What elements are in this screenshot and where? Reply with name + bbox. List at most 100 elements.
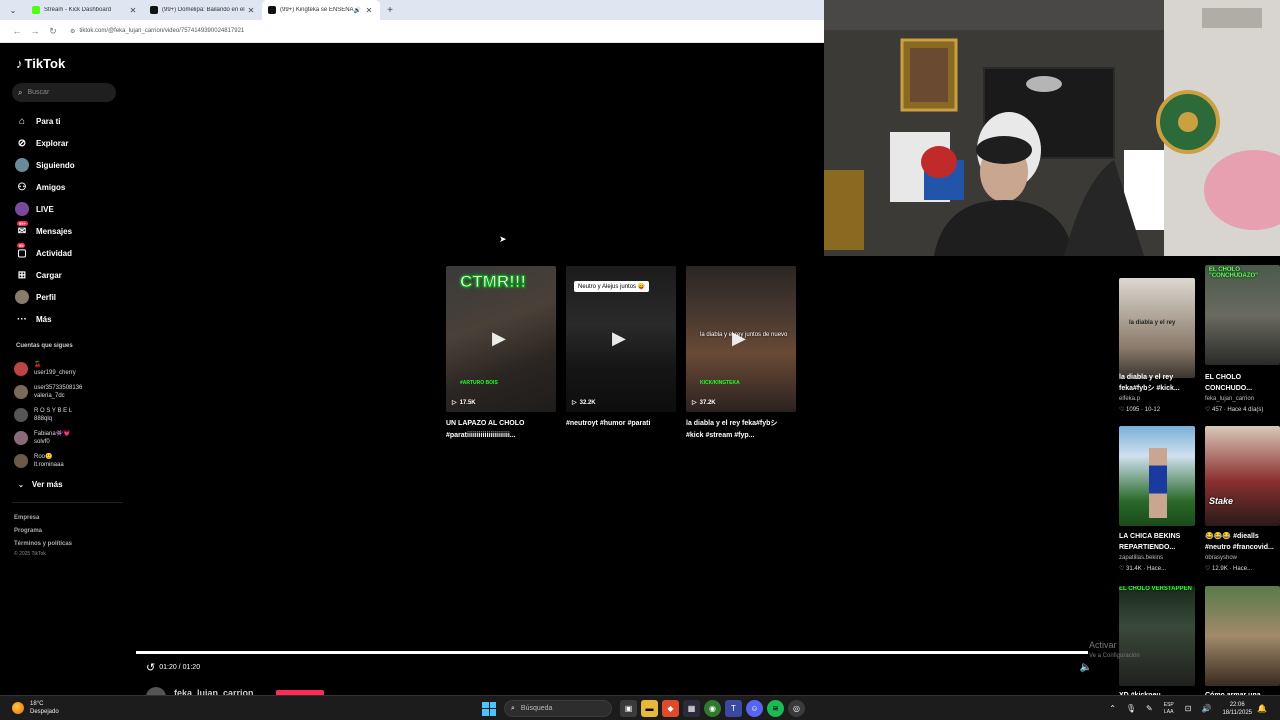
- browser-tab-kick[interactable]: Stream - Kick Dashboard ✕: [26, 0, 144, 20]
- network-icon[interactable]: ⊡: [1185, 704, 1192, 713]
- teams-icon[interactable]: T: [725, 700, 742, 717]
- related-video-2[interactable]: Neutro y Alejus juntos 😛 ▶ ▷ 32.2K: [566, 266, 676, 412]
- tab-close-icon[interactable]: ✕: [246, 6, 256, 15]
- taskbar-search-input[interactable]: ⌕ Búsqueda: [504, 700, 612, 717]
- recommended-video[interactable]: [1205, 586, 1280, 686]
- task-view-icon[interactable]: ▣: [620, 700, 637, 717]
- replay-icon[interactable]: ↺: [146, 661, 155, 674]
- recommended-meta: ♡ 457 · Hace 4 día(s): [1205, 407, 1264, 413]
- volume-icon[interactable]: 🔈: [1080, 662, 1092, 673]
- footer-link-programa[interactable]: Programa: [14, 525, 72, 538]
- new-tab-button[interactable]: +: [380, 0, 400, 20]
- avatar[interactable]: [146, 687, 166, 695]
- avatar: [14, 384, 28, 399]
- related-video-1[interactable]: CTMR!!! #ARTURO BOIS ▶ ▷ 17.5K: [446, 266, 556, 412]
- obs-icon[interactable]: ◎: [788, 700, 805, 717]
- thumb-figure: [1149, 448, 1167, 518]
- footer-link-empresa[interactable]: Empresa: [14, 512, 72, 525]
- windows-start-icon[interactable]: [482, 701, 496, 716]
- browser-tab-tiktok-1[interactable]: (99+) Domelipa: Bailando en el ✕: [144, 0, 262, 20]
- recommended-author[interactable]: feka_lujan_carrion: [1205, 396, 1254, 402]
- sidebar-item-explorar[interactable]: ⊘ Explorar: [14, 132, 124, 154]
- file-explorer-icon[interactable]: ▬: [641, 700, 658, 717]
- windows-activation-watermark: Activar Ve a Configuración: [1089, 640, 1140, 659]
- weather-desc: Despejado: [30, 709, 59, 715]
- weather-widget[interactable]: 18°C Despejado: [12, 700, 59, 716]
- following-item[interactable]: Fabiana👾💗 solvf0: [14, 426, 129, 449]
- reload-icon[interactable]: ↻: [44, 26, 62, 37]
- view-count: ▷ 32.2K: [572, 399, 596, 407]
- footer-link-terminos[interactable]: Términos y políticas: [14, 538, 72, 551]
- sidebar-item-siguiendo[interactable]: Siguiendo: [14, 154, 124, 176]
- site-info-icon[interactable]: ⚙: [70, 28, 75, 35]
- kick-favicon-icon: [32, 6, 40, 14]
- speaker-icon[interactable]: 🔊: [1201, 704, 1211, 713]
- chevron-down-icon: ⌄: [18, 481, 24, 489]
- discord-icon[interactable]: ☺: [746, 700, 763, 717]
- recommended-video[interactable]: la diabla y el rey: [1119, 278, 1195, 378]
- recommended-title[interactable]: 😂😂😂 #diealls #neutro #francovid...: [1205, 531, 1280, 553]
- following-item[interactable]: R O S Y B E L 888qlq: [14, 403, 129, 426]
- webcam-overlay: [824, 0, 1280, 256]
- tab-list-chevron-icon[interactable]: ⌄: [0, 0, 26, 20]
- mic-icon[interactable]: 🎙: [1126, 704, 1136, 713]
- play-small-icon: ▷: [452, 400, 457, 406]
- back-icon[interactable]: ←: [8, 26, 26, 36]
- recommended-video[interactable]: Stake: [1205, 426, 1280, 526]
- ver-mas-button[interactable]: ⌄ Ver más: [18, 480, 63, 489]
- related-caption-1[interactable]: UN LAPAZO AL CHOLO #parati﻿iiiiiiiiiiiii…: [446, 418, 556, 442]
- sidebar-item-amigos[interactable]: ⚇ Amigos: [14, 176, 124, 198]
- url-field[interactable]: ⚙ tiktok.com/@feka_lujan_carrion/video/7…: [70, 28, 244, 35]
- recommended-title[interactable]: LA CHICA BEKINS REPARTIENDO...: [1119, 531, 1197, 553]
- pen-icon[interactable]: ✎: [1146, 704, 1153, 713]
- sidebar-item-para-ti[interactable]: ⌂ Para ti: [14, 110, 124, 132]
- sidebar-item-live[interactable]: LIVE: [14, 198, 124, 220]
- tab-close-icon[interactable]: ✕: [364, 6, 374, 15]
- related-video-3[interactable]: la diabla y el rey juntos de nuevo KICK/…: [686, 266, 796, 412]
- recommended-title[interactable]: la diabla y el rey feka#fybシ #kick...: [1119, 372, 1197, 394]
- related-caption-3[interactable]: la diabla y el rey feka#fybシ #kick #stre…: [686, 418, 796, 442]
- play-icon: ▶: [612, 328, 626, 348]
- app-grid-icon[interactable]: ▦: [683, 700, 700, 717]
- tray-overflow-icon[interactable]: ⌃: [1109, 704, 1116, 713]
- following-line1: Roo🙂: [34, 453, 53, 460]
- following-item[interactable]: 🍒 user199_cherry: [14, 357, 129, 380]
- recommended-video[interactable]: EL CHOLO VERSTAPPEN: [1119, 586, 1195, 686]
- play-small-icon: ▷: [692, 400, 697, 406]
- tab-title: (99+) Kingteka se ENSEÑA: [280, 7, 354, 13]
- brave-browser-icon[interactable]: ◆: [662, 700, 679, 717]
- audio-playing-icon[interactable]: 🔊: [354, 7, 361, 14]
- video-progress-bar[interactable]: [136, 651, 1088, 654]
- sidebar-item-mensajes[interactable]: ✉ 99+ Mensajes: [14, 220, 124, 242]
- search-input[interactable]: ⌕ Buscar: [12, 83, 116, 102]
- chrome-icon[interactable]: ◉: [704, 700, 721, 717]
- recommended-title[interactable]: EL CHOLO CONCHUDO...: [1205, 372, 1280, 394]
- tab-close-icon[interactable]: ✕: [128, 6, 138, 15]
- sidebar-item-perfil[interactable]: Perfil: [14, 286, 124, 308]
- sidebar-item-cargar[interactable]: ⊞ Cargar: [14, 264, 124, 286]
- notification-icon[interactable]: 🔔: [1257, 704, 1267, 713]
- forward-icon[interactable]: →: [26, 26, 44, 36]
- author-name[interactable]: feka_lujan_carrion: [174, 688, 254, 695]
- recommended-author[interactable]: obrasyshow: [1205, 555, 1237, 561]
- related-caption-2[interactable]: #neutroyt #humor #parati: [566, 418, 676, 430]
- following-line2: user199_cherry: [34, 369, 76, 376]
- recommended-video[interactable]: EL CHOLO "CONCHUDAZO": [1205, 265, 1280, 365]
- spotify-icon[interactable]: ≋: [767, 700, 784, 717]
- tiktok-logo[interactable]: ♪ TikTok: [16, 56, 65, 71]
- recommended-video[interactable]: [1119, 426, 1195, 526]
- language-indicator[interactable]: ESP LAA: [1164, 702, 1174, 716]
- taskbar-clock[interactable]: 22:06 18/11/2025: [1222, 701, 1252, 717]
- tiktok-note-icon: ♪: [16, 56, 23, 71]
- following-item[interactable]: user35733508136 valeria_7dc: [14, 380, 129, 403]
- sidebar-item-mas[interactable]: ··· Más: [14, 308, 124, 330]
- avatar: [14, 361, 28, 376]
- recommended-meta: ♡ 31.4K · Hace...: [1119, 566, 1167, 572]
- following-item[interactable]: Roo🙂 lt.rominaaa: [14, 449, 129, 472]
- sidebar-item-actividad[interactable]: ▢ 99 Actividad: [14, 242, 124, 264]
- play-icon: ▶: [492, 328, 506, 348]
- recommended-author[interactable]: zapatillas.bekins: [1119, 555, 1163, 561]
- recommended-author[interactable]: elfeka.p: [1119, 396, 1140, 402]
- browser-tab-tiktok-active[interactable]: (99+) Kingteka se ENSEÑA 🔊 ✕: [262, 0, 380, 20]
- browser-addressbar: ← → ↻ ⚙ tiktok.com/@feka_lujan_carrion/v…: [0, 20, 824, 43]
